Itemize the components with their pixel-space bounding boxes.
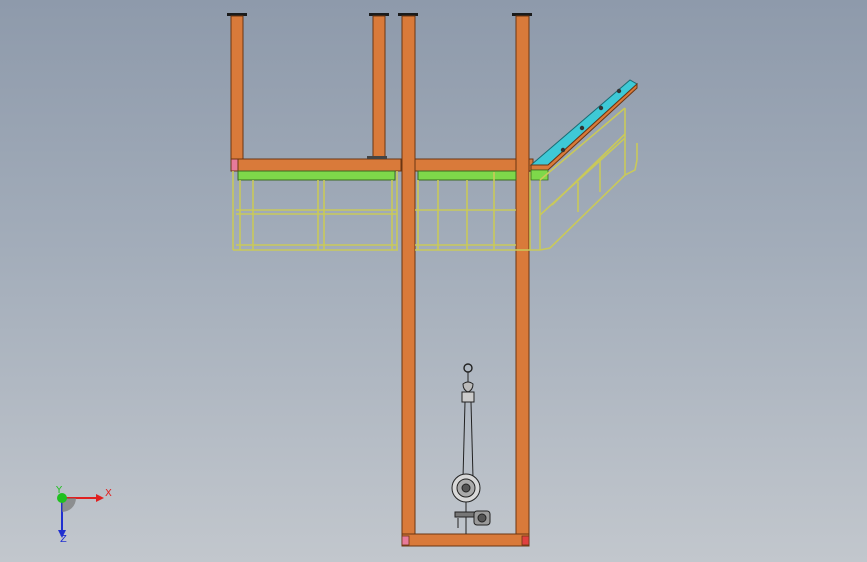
top-left-columns: [227, 13, 389, 160]
3d-model-viewport[interactable]: X Y Z: [0, 0, 867, 562]
platform-railing: [232, 171, 541, 251]
platform-beam: [230, 156, 534, 172]
x-axis-arrow-icon: [96, 494, 104, 502]
y-axis-label: Y: [55, 485, 63, 496]
main-columns: [398, 13, 532, 537]
bottom-beam: [401, 533, 530, 547]
orientation-triad[interactable]: X Y Z: [48, 482, 118, 544]
platform-deck: [237, 170, 517, 181]
inclined-stair: [529, 79, 638, 181]
electric-hoist: [451, 363, 491, 534]
steel-structure-model[interactable]: [0, 0, 867, 562]
z-axis-label: Z: [60, 534, 67, 544]
x-axis-label: X: [105, 488, 112, 499]
